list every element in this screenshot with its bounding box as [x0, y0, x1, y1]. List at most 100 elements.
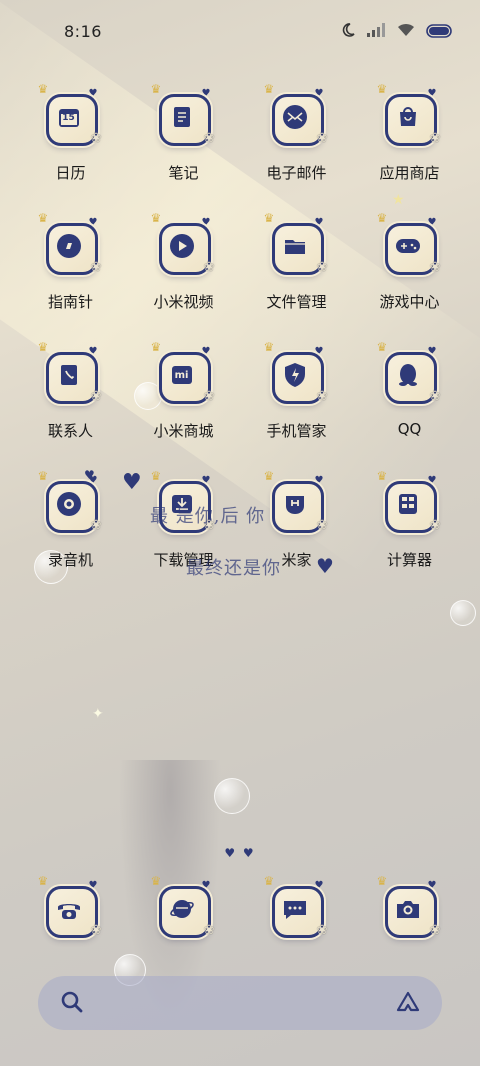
app-mi-store[interactable]: ♛ ♥ mi ❀ 小米商城	[127, 340, 240, 441]
app-mail[interactable]: ♛ ♥ ❀ 电子邮件	[240, 82, 353, 183]
app-label: 计算器	[386, 551, 432, 569]
folder-icon	[280, 231, 310, 261]
app-icon-frame: ♛ ♥ ❀	[377, 211, 441, 277]
rose-icon: ❀	[429, 389, 441, 404]
contacts-icon	[54, 360, 84, 390]
app-icon-frame: ♛ ♥ ❀	[151, 82, 215, 148]
crown-icon: ♛	[376, 874, 388, 888]
sparkle-decoration: ✦	[92, 706, 104, 722]
app-contacts[interactable]: ♛ ♥ ❀ 联系人	[14, 340, 127, 441]
search-icon[interactable]	[60, 990, 84, 1020]
page-indicator: ♥ ♥	[224, 846, 256, 860]
app-label: 录音机	[47, 551, 93, 569]
status-time: 8:16	[64, 22, 102, 41]
app-video[interactable]: ♛ ♥ ❀ 小米视频	[127, 211, 240, 312]
dock-camera[interactable]: ♛ ♥ ❀	[353, 874, 466, 940]
battery-icon	[426, 23, 454, 42]
browser-planet-icon	[167, 894, 197, 924]
app-label: QQ	[397, 420, 422, 438]
heart-decoration-icon: ♥	[84, 468, 95, 482]
crown-icon: ♛	[263, 469, 275, 483]
app-label: 指南针	[47, 293, 93, 311]
camera-icon	[393, 894, 423, 924]
dock-messages[interactable]: ♛ ♥ ❀	[240, 874, 353, 940]
app-icon-frame: ♛ ♥ ❀	[38, 211, 102, 277]
compass-icon	[54, 231, 84, 261]
app-recorder[interactable]: ♛ ♥ ❀ 录音机	[14, 469, 127, 570]
rose-icon: ❀	[429, 131, 441, 146]
recorder-icon	[54, 489, 84, 519]
sparkle-decoration: ★	[392, 192, 405, 208]
app-label: 联系人	[47, 422, 93, 440]
app-label: 小米商城	[153, 422, 214, 440]
rose-icon: ❀	[90, 389, 102, 404]
assistant-icon[interactable]	[394, 990, 422, 1020]
crown-icon: ♛	[150, 340, 162, 354]
heart-decoration-icon: ♥	[122, 470, 142, 495]
app-label: 小米视频	[153, 293, 214, 311]
crown-icon: ♛	[376, 340, 388, 354]
wallpaper-text-line1: 最 是你,后 你	[150, 506, 266, 527]
crown-icon: ♛	[37, 874, 49, 888]
rose-icon: ❀	[203, 260, 215, 275]
crown-icon: ♛	[263, 82, 275, 96]
app-security[interactable]: ♛ ♥ ❀ 手机管家	[240, 340, 353, 441]
app-icon-frame: ♛ ♥ ❀	[264, 340, 328, 406]
app-store-icon	[393, 102, 423, 132]
crown-icon: ♛	[263, 211, 275, 225]
rose-icon: ❀	[316, 518, 328, 533]
dock-browser[interactable]: ♛ ♥ ❀	[127, 874, 240, 940]
rose-icon: ❀	[429, 923, 441, 938]
app-game-center[interactable]: ♛ ♥ ❀ 游戏中心	[353, 211, 466, 312]
phone-icon	[54, 894, 84, 924]
app-icon-frame: ♛ ♥ mi ❀	[151, 340, 215, 406]
app-label: 文件管理	[266, 293, 327, 311]
app-app-store[interactable]: ♛ ♥ ❀ 应用商店	[353, 82, 466, 183]
app-qq[interactable]: ♛ ♥ ❀ QQ	[353, 340, 466, 438]
app-icon-frame: ♛ ♥ 15 ❀	[38, 82, 102, 148]
rose-icon: ❀	[90, 518, 102, 533]
app-icon-frame: ♛ ♥ ❀	[264, 82, 328, 148]
crown-icon: ♛	[150, 469, 162, 483]
app-icon-frame: ♛ ♥ ❀	[264, 211, 328, 277]
app-label: 应用商店	[379, 164, 440, 182]
status-icons	[340, 22, 454, 42]
search-bar[interactable]	[38, 976, 442, 1030]
app-notes[interactable]: ♛ ♥ ❀ 笔记	[127, 82, 240, 183]
app-icon-frame: ♛ ♥ ❀	[38, 469, 102, 535]
app-icon-frame: ♛ ♥ ❀	[151, 874, 215, 940]
video-icon	[167, 231, 197, 261]
rose-icon: ❀	[429, 518, 441, 533]
mi-store-icon: mi	[167, 360, 197, 390]
app-icon-frame: ♛ ♥ ❀	[377, 340, 441, 406]
app-icon-frame: ♛ ♥ ❀	[38, 340, 102, 406]
app-calculator[interactable]: ♛ ♥ ❀ 计算器	[353, 469, 466, 570]
crown-icon: ♛	[37, 469, 49, 483]
app-label: 电子邮件	[266, 164, 327, 182]
rose-icon: ❀	[90, 923, 102, 938]
rose-icon: ❀	[316, 131, 328, 146]
mi-logo-text: mi	[174, 369, 189, 381]
crown-icon: ♛	[37, 82, 49, 96]
qq-penguin-icon	[393, 360, 423, 390]
dock-phone[interactable]: ♛ ♥ ❀	[14, 874, 127, 940]
app-calendar[interactable]: ♛ ♥ 15 ❀ 日历	[14, 82, 127, 183]
rose-icon: ❀	[203, 923, 215, 938]
rose-icon: ❀	[203, 131, 215, 146]
crown-icon: ♛	[150, 211, 162, 225]
rose-icon: ❀	[429, 260, 441, 275]
app-label: 日历	[55, 164, 86, 182]
app-icon-frame: ♛ ♥ ❀	[38, 874, 102, 940]
crown-icon: ♛	[376, 211, 388, 225]
mijia-icon	[280, 489, 310, 519]
app-icon-frame: ♛ ♥ ❀	[151, 211, 215, 277]
rose-icon: ❀	[316, 923, 328, 938]
app-file-manager[interactable]: ♛ ♥ ❀ 文件管理	[240, 211, 353, 312]
messages-icon	[280, 894, 310, 924]
rose-icon: ❀	[316, 260, 328, 275]
rose-icon: ❀	[203, 389, 215, 404]
security-shield-icon	[280, 360, 310, 390]
wallpaper-text-line2: 最终还是你	[186, 558, 281, 579]
app-compass[interactable]: ♛ ♥ ❀ 指南针	[14, 211, 127, 312]
crown-icon: ♛	[150, 874, 162, 888]
